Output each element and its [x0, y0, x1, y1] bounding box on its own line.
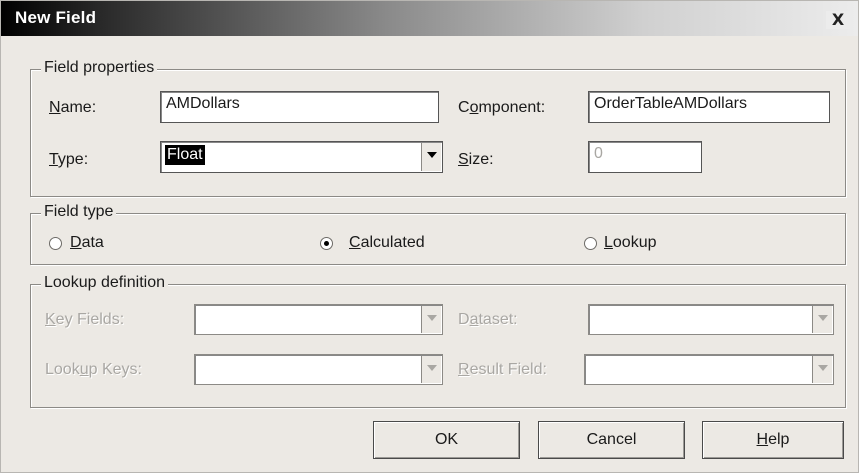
size-value: 0 — [594, 145, 603, 162]
result-field-label: Result Field: — [458, 361, 547, 378]
chevron-down-icon — [427, 152, 437, 158]
component-value: OrderTableAMDollars — [594, 95, 747, 112]
close-button[interactable]: X — [826, 11, 850, 29]
cancel-button[interactable]: Cancel — [538, 421, 685, 459]
key-fields-dropdown-arrow[interactable] — [421, 306, 441, 333]
dataset-dropdown-arrow[interactable] — [812, 306, 832, 333]
field-properties-group: Field properties — [30, 59, 846, 197]
radio-lookup[interactable] — [584, 237, 597, 250]
size-field[interactable]: 0 — [588, 141, 702, 173]
ok-button[interactable]: OK — [373, 421, 520, 459]
field-type-label: Field type — [41, 203, 117, 221]
radio-data-label[interactable]: Data — [70, 234, 104, 252]
chevron-down-icon — [427, 365, 437, 371]
radio-lookup-label[interactable]: Lookup — [604, 234, 657, 252]
type-selected-value: Float — [165, 145, 205, 165]
result-field-dropdown[interactable] — [584, 354, 834, 385]
help-button-label: Help — [756, 431, 790, 448]
lookup-keys-dropdown-arrow[interactable] — [421, 356, 441, 383]
lookup-keys-dropdown[interactable] — [194, 354, 443, 385]
radio-calculated[interactable] — [320, 237, 333, 250]
cancel-button-label: Cancel — [586, 431, 637, 448]
result-field-dropdown-arrow[interactable] — [812, 356, 832, 383]
dataset-dropdown[interactable] — [588, 304, 834, 335]
radio-selected-dot — [324, 241, 329, 246]
key-fields-dropdown[interactable] — [194, 304, 443, 335]
size-label: Size: — [458, 151, 494, 168]
type-dropdown[interactable]: Float — [160, 141, 443, 173]
title-bar[interactable]: New Field X — [1, 1, 858, 36]
type-dropdown-arrow[interactable] — [421, 143, 441, 171]
name-value: AMDollars — [166, 95, 240, 112]
dataset-label: Dataset: — [458, 311, 518, 328]
name-label: Name: — [49, 99, 97, 116]
type-label: Type: — [49, 151, 89, 168]
help-button[interactable]: Help — [702, 421, 844, 459]
chevron-down-icon — [818, 315, 828, 321]
key-fields-label: Key Fields: — [45, 311, 125, 328]
component-field[interactable]: OrderTableAMDollars — [588, 91, 830, 123]
dialog-title: New Field — [15, 8, 97, 27]
new-field-dialog: New Field X Field properties Name: AMDol… — [0, 0, 859, 473]
chevron-down-icon — [427, 315, 437, 321]
close-icon: X — [831, 10, 845, 29]
component-label: Component: — [458, 99, 546, 116]
chevron-down-icon — [818, 365, 828, 371]
field-properties-label: Field properties — [41, 59, 158, 77]
lookup-definition-label: Lookup definition — [41, 274, 168, 292]
radio-calculated-label[interactable]: Calculated — [349, 234, 425, 252]
lookup-keys-label: Lookup Keys: — [45, 361, 142, 378]
name-field[interactable]: AMDollars — [160, 91, 439, 123]
lookup-definition-group: Lookup definition — [30, 274, 846, 408]
ok-button-label: OK — [434, 431, 459, 448]
radio-data[interactable] — [49, 237, 62, 250]
field-type-group: Field type — [30, 203, 846, 265]
